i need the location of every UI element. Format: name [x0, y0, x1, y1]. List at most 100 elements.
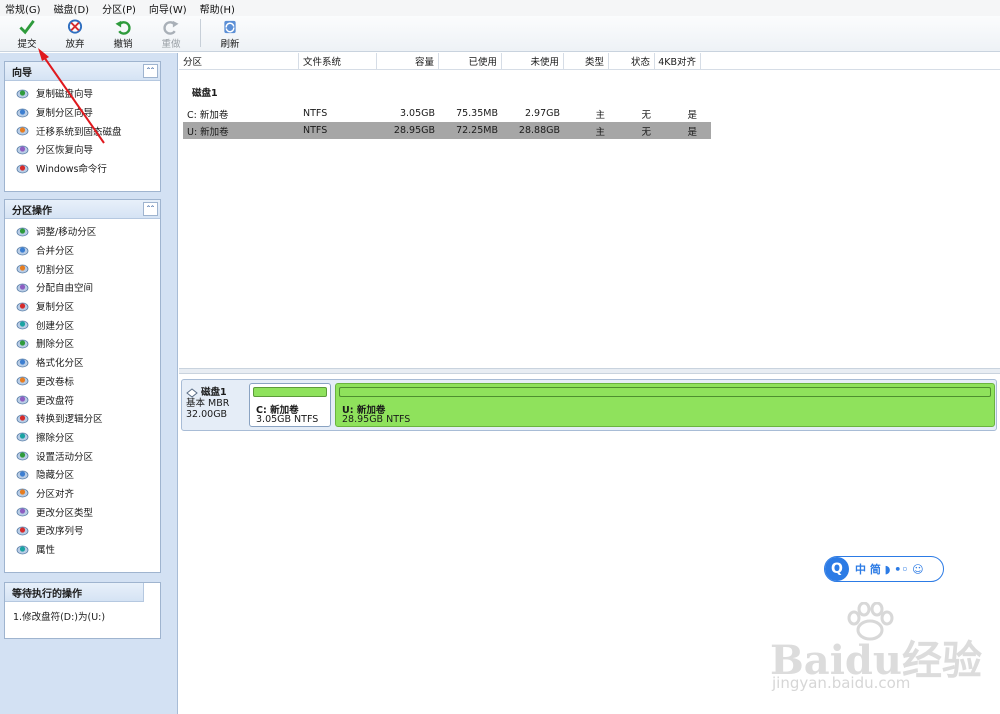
wizard-list: 复制磁盘向导复制分区向导 迁移系统到固态磁盘分区恢复向导 Windows命令行 [5, 81, 160, 177]
sidebar-item[interactable]: 格式化分区 [5, 353, 160, 372]
disk-type: 基本 MBR [186, 398, 230, 409]
sidebar-item[interactable]: 复制磁盘向导 [5, 84, 160, 103]
pending-op-item: 1.修改盘符(D:)为(U:) [13, 612, 106, 623]
toolbar: 提交 放弃 撤销 重做 刷新 [0, 16, 1000, 52]
sidebar-item[interactable]: 迁移系统到固态磁盘 [5, 121, 160, 140]
disk-info[interactable]: 磁盘1 基本 MBR 32.00GB [186, 387, 246, 420]
wizard-panel-title: 向导 [12, 67, 32, 79]
col-4k-aligned[interactable]: 4KB对齐 [655, 53, 701, 69]
sidebar-item[interactable]: 合并分区 [5, 241, 160, 260]
col-status[interactable]: 状态 [609, 53, 655, 69]
sidebar-item[interactable]: 分区对齐 [5, 484, 160, 503]
cell-used: 75.35MB [456, 108, 498, 119]
ime-toolbar[interactable]: Q 中 简 ◗ •◦ ☺ [824, 556, 944, 582]
menu-disk[interactable]: 磁盘(D) [54, 1, 90, 16]
refresh-label: 刷新 [220, 39, 240, 50]
table-row-selected[interactable]: U: 新加卷 NTFS 28.95GB 72.25MB 28.88GB 主 无 … [183, 122, 711, 139]
undo-label: 撤销 [113, 39, 133, 50]
col-free[interactable]: 未使用 [502, 53, 564, 69]
menu-general[interactable]: 常规(G) [5, 1, 41, 16]
sidebar-item[interactable]: 设置活动分区 [5, 446, 160, 465]
operation-icon [16, 302, 29, 311]
collapse-wizard-icon[interactable]: ˆˆ [143, 64, 158, 78]
operation-icon [16, 126, 29, 136]
sidebar-item-label: 复制磁盘向导 [36, 89, 94, 101]
operation-icon [16, 433, 29, 442]
sidebar-item[interactable]: 复制分区向导 [5, 103, 160, 122]
partition-ops-panel: 分区操作 ˆˆ 调整/移动分区 合并分区 切割分区 分配自由空间 复制分区 创建分区 删除分… [4, 199, 161, 573]
menu-wizard[interactable]: 向导(W) [149, 1, 187, 16]
operation-icon [16, 395, 29, 405]
disk-icon [186, 387, 198, 398]
sidebar-item[interactable]: 创建分区 [5, 315, 160, 334]
sidebar-item[interactable]: 擦除分区 [5, 428, 160, 447]
sidebar-item[interactable]: Windows命令行 [5, 159, 160, 178]
sidebar-item[interactable]: 分区恢复向导 [5, 140, 160, 159]
table-header: 分区 文件系统 容量 已使用 未使用 类型 状态 4KB对齐 [179, 53, 1000, 70]
table-row[interactable]: C: 新加卷 NTFS 3.05GB 75.35MB 2.97GB 主 无 是 [183, 105, 711, 122]
sidebar-item-label: 调整/移动分区 [36, 227, 97, 239]
sidebar-item-label: 设置活动分区 [36, 451, 94, 463]
sidebar-item-label: 擦除分区 [36, 432, 75, 444]
operation-icon [16, 376, 29, 386]
sidebar-item-label: 更改盘符 [36, 395, 75, 407]
partition-block-c[interactable]: C: 新加卷 3.05GB NTFS [249, 383, 331, 427]
ime-status[interactable]: 中 简 ◗ •◦ ☺ [855, 561, 924, 577]
partition-block-u[interactable]: U: 新加卷 28.95GB NTFS [335, 383, 995, 427]
partition-usage-bar [253, 387, 327, 397]
col-used[interactable]: 已使用 [439, 53, 502, 69]
operation-icon [16, 145, 29, 155]
ime-logo-icon[interactable]: Q [825, 557, 849, 581]
redo-button[interactable]: 重做 [152, 16, 190, 50]
operation-icon [16, 526, 29, 536]
menu-help[interactable]: 帮助(H) [200, 1, 235, 16]
sidebar-item[interactable]: 调整/移动分区 [5, 222, 160, 241]
toolbar-separator [200, 19, 201, 47]
partition-usage-bar [339, 387, 991, 397]
pending-ops-panel: 等待执行的操作 1.修改盘符(D:)为(U:) [4, 582, 161, 639]
cell-status: 无 [641, 109, 651, 121]
operation-icon [16, 283, 29, 293]
sidebar-item-label: 分区恢复向导 [36, 145, 94, 157]
discard-button[interactable]: 放弃 [56, 16, 94, 50]
sidebar-item[interactable]: 更改卷标 [5, 372, 160, 391]
disk-map-row[interactable]: 磁盘1 基本 MBR 32.00GB C: 新加卷 3.05GB NTFS U:… [181, 379, 997, 431]
sidebar-item-label: 属性 [36, 545, 56, 557]
sidebar-item[interactable]: 属性 [5, 540, 160, 559]
refresh-icon [224, 20, 236, 34]
col-filesystem[interactable]: 文件系统 [299, 53, 377, 69]
collapse-ops-icon[interactable]: ˆˆ [143, 202, 158, 216]
submit-button[interactable]: 提交 [8, 16, 46, 50]
sidebar-item[interactable]: 分配自由空间 [5, 278, 160, 297]
operation-icon [16, 227, 29, 237]
discard-icon [67, 19, 83, 34]
sidebar-item[interactable]: 复制分区 [5, 297, 160, 316]
col-type[interactable]: 类型 [564, 53, 609, 69]
table-disk-label[interactable]: 磁盘1 [192, 85, 1000, 99]
cell-status: 无 [641, 126, 651, 138]
left-sidebar: 向导 ˆˆ 复制磁盘向导 复制分区向导 迁移系统到固态磁盘 分区恢复向导 Windows… [0, 53, 178, 714]
pending-ops-title: 等待执行的操作 [12, 588, 82, 600]
col-capacity[interactable]: 容量 [377, 53, 439, 69]
sidebar-item-label: 分区对齐 [36, 488, 75, 500]
menu-partition[interactable]: 分区(P) [102, 1, 136, 16]
sidebar-item[interactable]: 隐藏分区 [5, 465, 160, 484]
sidebar-item[interactable]: 更改盘符 [5, 390, 160, 409]
cell-type: 主 [595, 109, 605, 121]
pending-header-blank [143, 582, 160, 602]
sidebar-item[interactable]: 转换到逻辑分区 [5, 409, 160, 428]
operation-icon [16, 108, 29, 117]
sidebar-item[interactable]: 切割分区 [5, 259, 160, 278]
col-partition[interactable]: 分区 [179, 53, 299, 69]
baidu-watermark: Baidu经验 jingyan.baidu.com [770, 602, 990, 700]
wizard-panel-header: 向导 ˆˆ [5, 62, 160, 81]
refresh-button[interactable]: 刷新 [211, 16, 249, 50]
cell-capacity: 3.05GB [399, 108, 435, 119]
sidebar-item-label: 转换到逻辑分区 [36, 414, 103, 426]
undo-button[interactable]: 撤销 [104, 16, 142, 50]
sidebar-item[interactable]: 删除分区 [5, 334, 160, 353]
operation-icon [16, 320, 29, 330]
submit-label: 提交 [17, 39, 37, 50]
sidebar-item[interactable]: 更改序列号 [5, 521, 160, 540]
sidebar-item[interactable]: 更改分区类型 [5, 502, 160, 521]
